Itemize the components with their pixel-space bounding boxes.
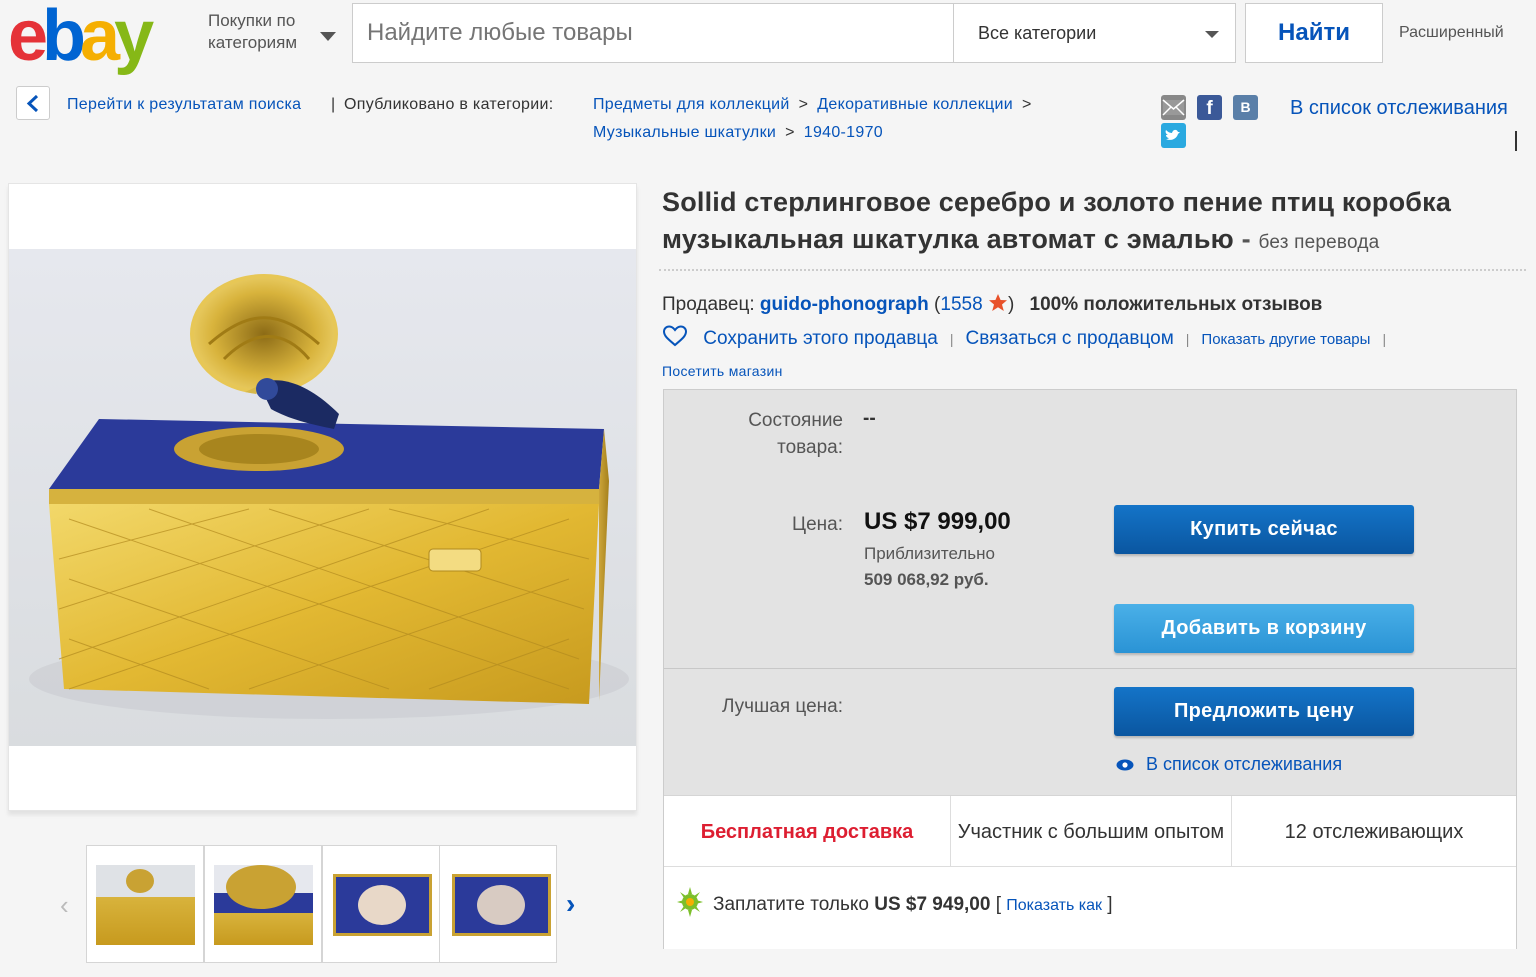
price-label: Цена: [792,514,843,535]
approx-value: 509 068,92 руб. [864,570,989,589]
breadcrumb-gt: > [798,96,809,113]
star-icon [988,294,1007,311]
separator: | [1382,331,1387,347]
price-value: US $7 999,00 [864,508,1011,535]
breadcrumb-line-2: Музыкальные шкатулки >1940-1970 [593,124,883,142]
condition-label: Состояние товара: [748,410,843,458]
search-bar: Все категории [352,3,1236,63]
listing-title: Sollid стерлинговое серебро и золото пен… [662,184,1522,261]
free-shipping-badge: Бесплатная доставка [700,820,914,843]
eye-icon [1116,759,1134,771]
chevron-left-icon [26,95,39,112]
thumbnail-4[interactable] [439,845,557,963]
best-offer-label: Лучшая цена: [721,696,843,717]
logo-letter-y: y [114,0,154,76]
condition-value: -- [863,408,876,429]
sun-badge-icon [677,887,703,917]
add-to-watchlist-link[interactable]: В список отслеживания [1290,97,1508,120]
envelope-icon [1162,99,1185,116]
category-select[interactable]: Все категории [953,4,1235,62]
add-to-watchlist-button[interactable]: В список отслеживания [1146,754,1342,775]
feedback-score-link[interactable]: 1558 [940,294,982,315]
thumbnail-next-button[interactable]: › [566,888,575,920]
divider [1515,131,1517,151]
breadcrumb-item-music-boxes[interactable]: Музыкальные шкатулки [593,124,776,141]
no-translation-label: без перевода [1258,232,1380,253]
title-dash: - [1233,224,1259,254]
facebook-icon[interactable]: f [1197,95,1222,120]
thumbnail-prev-button[interactable]: ‹ [60,890,69,921]
top-seller-badge: Участник с большим опытом [950,796,1232,867]
pay-prefix: Заплатите только [713,894,869,915]
heart-icon[interactable] [662,325,688,347]
twitter-icon[interactable] [1161,123,1186,148]
thumbnail-image [96,865,195,945]
breadcrumb-gt: > [785,124,795,141]
converted-price: Приблизительно 509 068,92 руб. [864,541,995,593]
published-in-label: Опубликовано в категории: [344,96,554,113]
seller-name-link[interactable]: guido-phonograph [760,294,929,315]
seller-label: Продавец: [662,294,755,315]
contact-seller-link[interactable]: Связаться с продавцом [966,328,1174,349]
make-offer-button[interactable]: Предложить цену [1114,687,1414,736]
bracket-open: [ [995,894,1001,915]
pay-amount: US $7 949,00 [874,894,991,915]
buy-now-button[interactable]: Купить сейчас [1114,505,1414,554]
breadcrumb-item-years[interactable]: 1940-1970 [804,124,883,141]
separator: | [1185,331,1190,347]
music-box-image [9,249,636,746]
logo-letter-b: b [42,0,86,76]
ebay-logo[interactable]: ebay [8,0,194,72]
thumbnail-image [214,865,313,945]
chevron-down-icon [1205,31,1219,38]
vk-icon[interactable]: B [1233,95,1258,120]
watchers-count: 12 отслеживающих [1284,820,1464,843]
breadcrumb-item-collectibles[interactable]: Предметы для коллекций [593,96,790,113]
divider [659,269,1526,271]
product-image[interactable] [9,249,636,746]
separator: | [949,331,954,347]
feedback-close: ) [1007,294,1015,315]
save-seller-link[interactable]: Сохранить этого продавца [703,328,938,349]
thumbnail-image [452,874,551,936]
shop-by-category-button[interactable]: Покупки по категориям [208,10,336,54]
breadcrumb-item-decorative[interactable]: Декоративные коллекции [817,96,1013,113]
approx-label: Приблизительно [864,544,995,563]
breadcrumb-gt: > [1021,96,1032,113]
search-button[interactable]: Найти [1245,3,1383,63]
seller-info: Продавец: guido-phonograph (1558 ) 100% … [662,293,1322,316]
shop-by-category-label: Покупки по категориям [208,11,298,52]
thumbnail-2[interactable] [204,845,322,963]
back-to-results-link[interactable]: Перейти к результатам поиска [67,96,301,114]
logo-letter-e: e [8,0,48,76]
main-image-panel [8,183,637,811]
bracket-close: ] [1107,894,1113,915]
highlights-strip: Бесплатная доставка Участник с большим о… [664,795,1516,867]
breadcrumb: Предметы для коллекций > Декоративные колл… [593,96,1041,114]
chevron-down-icon [320,32,336,41]
search-input[interactable] [353,4,951,62]
thumbnail-image [333,874,432,936]
divider [664,668,1516,669]
advanced-search-link[interactable]: Расширенный [1399,24,1504,42]
thumbnail-3[interactable] [322,845,440,963]
back-button[interactable] [16,86,50,120]
logo-letter-a: a [80,0,120,76]
installments-text: Заплатите только US $7 949,00 [ Показать… [713,894,1113,916]
show-how-link[interactable]: Показать как [1006,897,1102,914]
thumbnail-1[interactable] [86,845,204,963]
bird-icon [1165,129,1180,140]
positive-feedback: 100% положительных отзывов [1029,294,1323,315]
category-select-value: Все категории [978,23,1097,43]
other-items-link[interactable]: Показать другие товары [1201,331,1370,348]
email-icon[interactable] [1161,95,1186,120]
add-to-cart-button[interactable]: Добавить в корзину [1114,604,1414,653]
breadcrumb-separator: | [331,96,336,113]
seller-actions: Сохранить этого продавца | Связаться с про… [662,325,1398,350]
visit-store-link[interactable]: Посетить магазин [662,363,783,379]
